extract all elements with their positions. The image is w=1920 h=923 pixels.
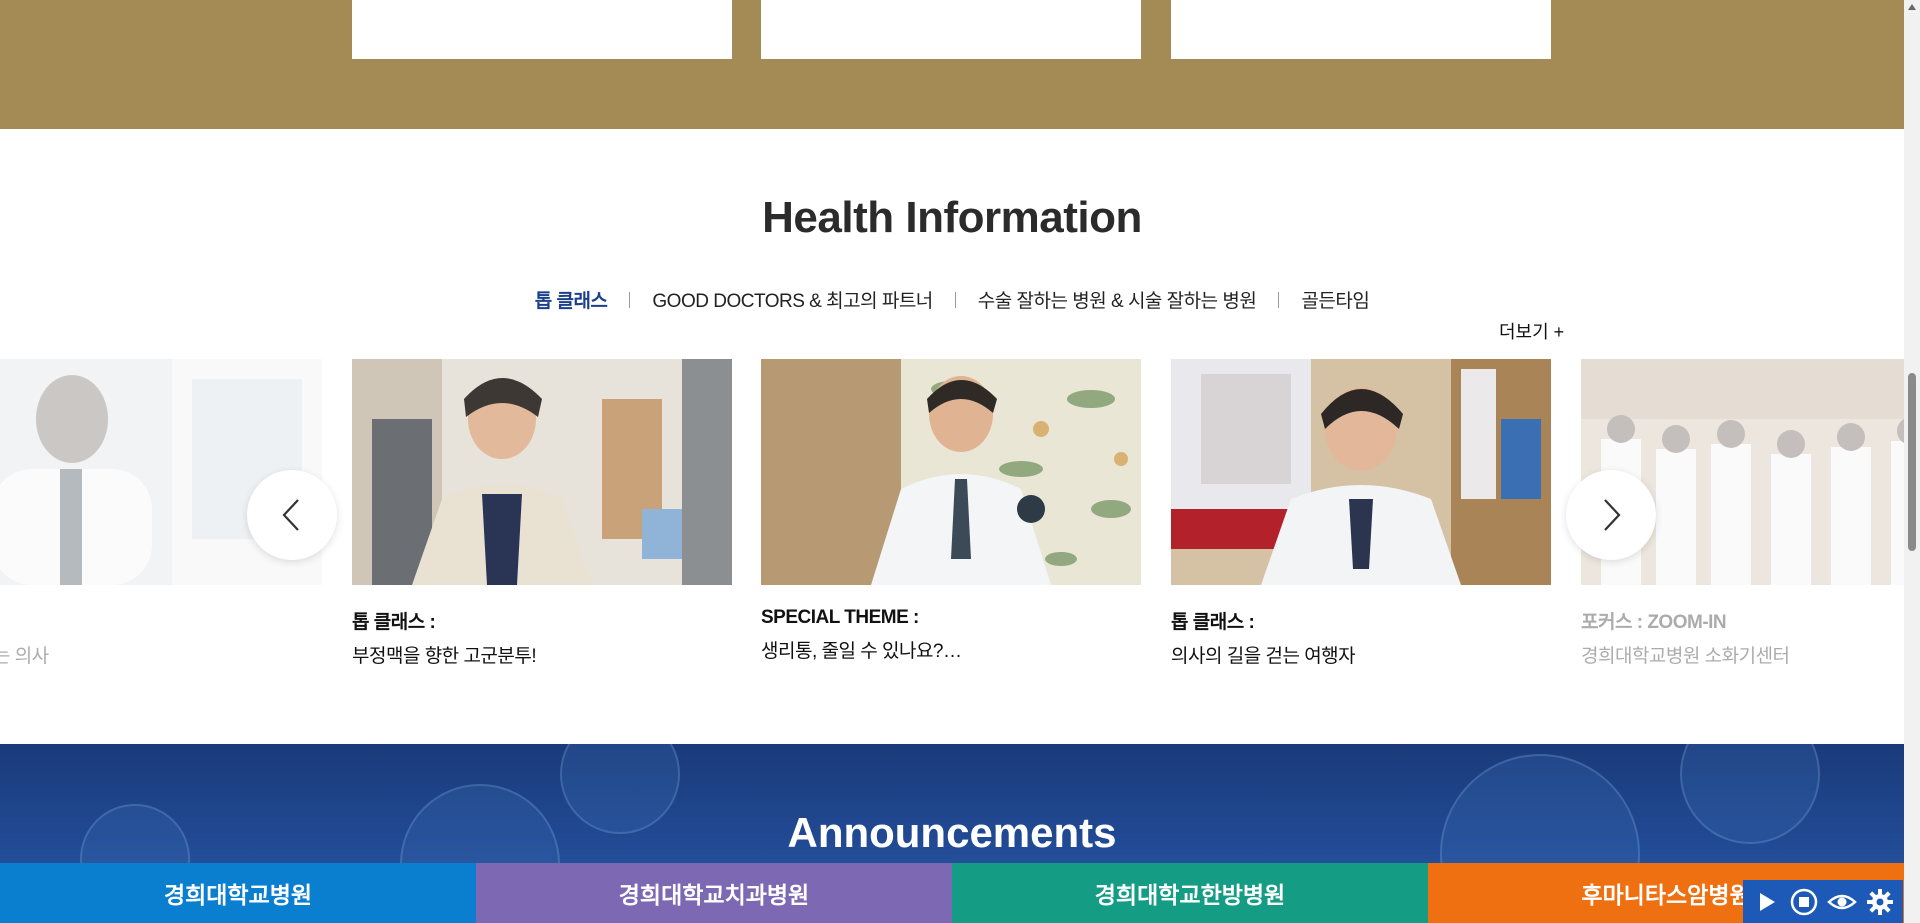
- article-card[interactable]: SPECIAL THEME : 생리통, 줄일 수 있나요?…: [761, 359, 1141, 663]
- chevron-right-icon: [1604, 499, 1621, 531]
- article-category: 스 :: [0, 607, 322, 634]
- gold-card-1[interactable]: [352, 0, 732, 59]
- article-image: [761, 359, 1141, 585]
- tab-top-class[interactable]: 톱 클래스: [513, 286, 630, 313]
- article-card[interactable]: 톱 클래스 : 의사의 길을 걷는 여행자: [1171, 359, 1551, 668]
- article-category: 포커스 : ZOOM-IN: [1581, 612, 1727, 633]
- gear-icon[interactable]: [1864, 886, 1896, 918]
- carousel-next-button[interactable]: [1566, 470, 1656, 560]
- article-title: 부정맥을 향한 고군분투!: [352, 646, 537, 667]
- hospital-links-bar: 경희대학교병원 경희대학교치과병원 경희대학교한방병원 후마니타스암병원: [0, 863, 1904, 923]
- article-title: 경희대학교병원 소화기센터: [1581, 646, 1790, 667]
- chevron-left-icon: [282, 499, 299, 531]
- article-title: 생리통, 줄일 수 있나요?…: [761, 641, 962, 662]
- tab-good-doctors[interactable]: GOOD DOCTORS & 최고의 파트너: [630, 286, 954, 313]
- article-title: 수집하는 의사: [0, 646, 49, 667]
- play-icon[interactable]: [1750, 886, 1782, 918]
- tab-golden-time[interactable]: 골든타임: [1279, 286, 1391, 313]
- tab-best-hospitals[interactable]: 수술 잘하는 병원 & 시술 잘하는 병원: [956, 286, 1279, 313]
- hospital-link-medical[interactable]: 경희대학교병원: [0, 863, 476, 923]
- page: Health Information 톱 클래스 GOOD DOCTORS & …: [0, 0, 1920, 923]
- hospital-link-dental[interactable]: 경희대학교치과병원: [476, 863, 952, 923]
- hospital-link-oriental[interactable]: 경희대학교한방병원: [952, 863, 1428, 923]
- section-title-announcements: Announcements: [787, 809, 1117, 856]
- section-title-health: Health Information: [762, 193, 1142, 242]
- carousel-prev-button[interactable]: [247, 470, 337, 560]
- gold-card-3[interactable]: [1171, 0, 1551, 59]
- eye-icon[interactable]: [1826, 886, 1858, 918]
- article-card[interactable]: 톱 클래스 : 부정맥을 향한 고군분투!: [352, 359, 732, 668]
- article-category: SPECIAL THEME :: [761, 607, 919, 628]
- stop-icon[interactable]: [1788, 886, 1820, 918]
- article-image: [1171, 359, 1551, 585]
- accessibility-toolbar: [1743, 880, 1903, 923]
- vertical-scrollbar[interactable]: [1904, 0, 1920, 923]
- scrollbar-thumb[interactable]: [1908, 373, 1916, 551]
- gold-card-2[interactable]: [761, 0, 1141, 59]
- more-link[interactable]: 더보기 +: [1499, 318, 1564, 344]
- health-tabs: 톱 클래스 GOOD DOCTORS & 최고의 파트너 수술 잘하는 병원 &…: [0, 286, 1904, 313]
- article-image: [352, 359, 732, 585]
- gold-band: [0, 0, 1904, 129]
- article-category: 톱 클래스 :: [1171, 612, 1255, 633]
- article-title: 의사의 길을 걷는 여행자: [1171, 646, 1356, 667]
- scroll-up-icon[interactable]: [1908, 4, 1916, 10]
- article-category: 톱 클래스 :: [352, 612, 436, 633]
